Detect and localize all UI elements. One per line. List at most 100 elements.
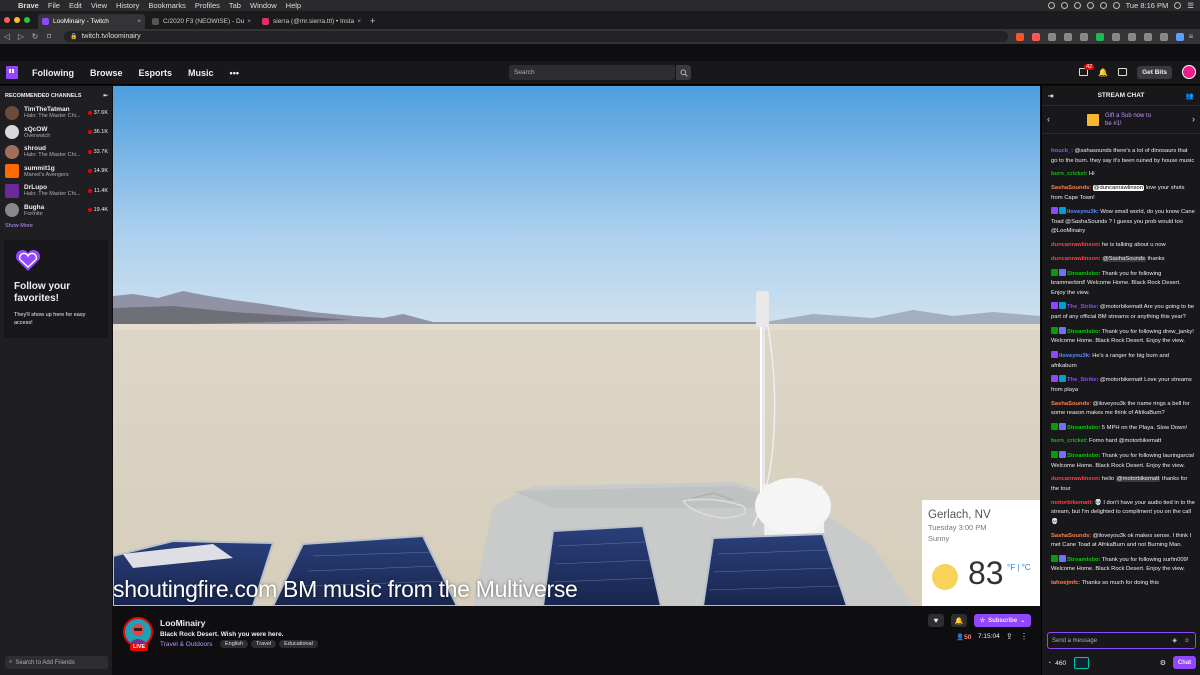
chat-badge-icon[interactable] <box>1051 326 1058 334</box>
tag-english[interactable]: English <box>220 640 249 648</box>
chat-username[interactable]: duncanrawlinson <box>1051 256 1099 262</box>
search-input[interactable]: Search <box>509 65 675 80</box>
menu-view[interactable]: View <box>91 1 107 10</box>
control-center-icon[interactable]: ☰ <box>1187 1 1194 10</box>
chat-badge-icon[interactable] <box>1059 375 1066 383</box>
menu-bookmarks[interactable]: Bookmarks <box>148 1 186 10</box>
get-bits-button[interactable]: Get Bits <box>1137 65 1172 79</box>
chat-username[interactable]: tahoejmfc <box>1051 580 1078 586</box>
chat-username[interactable]: SashaSounds <box>1051 533 1089 539</box>
menu-edit[interactable]: Edit <box>69 1 82 10</box>
chat-badge-icon[interactable] <box>1059 554 1066 562</box>
spotlight-icon[interactable] <box>1174 2 1182 9</box>
sidebar-channel-timthetatman[interactable]: TimTheTatman Halo: The Master Chi... 37.6… <box>0 103 112 123</box>
chat-mention[interactable]: @duncanrawlinson <box>1092 184 1144 191</box>
status-icon[interactable] <box>1047 2 1055 9</box>
back-icon[interactable]: ◁ <box>0 32 14 41</box>
chat-username[interactable]: motorbikematt <box>1051 500 1091 506</box>
chat-badge-icon[interactable] <box>1051 554 1058 562</box>
search-button[interactable] <box>676 65 691 80</box>
minimize-window-button[interactable] <box>14 17 20 23</box>
chat-username[interactable]: SashaSounds <box>1051 401 1089 407</box>
inbox-icon[interactable]: 42 <box>1079 64 1095 76</box>
emote-picker-icon[interactable]: ☺ <box>1184 638 1190 644</box>
tag-educational[interactable]: Educational <box>279 640 318 648</box>
extension-icon[interactable] <box>1048 32 1056 41</box>
browser-tab-neowise[interactable]: C/2020 F3 (NEOWISE) - Duncan × <box>148 14 255 29</box>
chat-settings-icon[interactable]: ⚙ <box>1160 659 1166 667</box>
nav-more-icon[interactable]: ••• <box>230 68 239 78</box>
chat-username[interactable]: StreamIsbo <box>1067 425 1099 431</box>
chat-badge-icon[interactable] <box>1059 451 1066 459</box>
chat-badge-icon[interactable] <box>1051 451 1058 459</box>
browser-tab-instagram[interactable]: sierra (@mr.sierra.ttl) • Instagra × <box>258 14 365 29</box>
notifications-bell-icon[interactable]: 🔔 <box>1098 68 1108 77</box>
status-icon[interactable] <box>1060 2 1068 9</box>
chat-username[interactable]: iloveyou3k <box>1067 209 1097 215</box>
battery-icon[interactable] <box>1112 2 1120 9</box>
chat-mention[interactable]: @SashaSounds <box>1101 255 1146 262</box>
sidebar-channel-drlupo[interactable]: DrLupo Halo: The Master Chi... 11.4K <box>0 181 112 201</box>
channel-points-count[interactable]: 460 <box>1055 660 1066 667</box>
collapse-sidebar-icon[interactable]: ⇤ <box>103 93 108 99</box>
sidebar-channel-summit1g[interactable]: summit1g Marvel's Avengers 14.9K <box>0 162 112 182</box>
chevron-right-icon[interactable]: › <box>1192 114 1195 124</box>
chat-username[interactable]: The_Strike <box>1067 304 1097 310</box>
close-window-button[interactable] <box>4 17 10 23</box>
extension-icon[interactable] <box>1064 32 1072 41</box>
chat-username[interactable]: iloveyou3k <box>1059 353 1089 359</box>
menubar-clock[interactable]: Tue 8:16 PM <box>1126 1 1169 10</box>
whispers-icon[interactable] <box>1118 68 1128 76</box>
follow-heart-button[interactable]: ♥ <box>928 614 944 627</box>
reload-icon[interactable]: ↻ <box>28 32 42 41</box>
search-friends-input[interactable]: ⌕ Search to Add Friends <box>5 656 108 669</box>
sidebar-channel-xqcow[interactable]: xQcOW Overwatch 36.1K <box>0 123 112 143</box>
close-tab-icon[interactable]: × <box>357 18 361 25</box>
stream-category-link[interactable]: Travel & Outdoors <box>160 641 213 648</box>
chat-badge-icon[interactable] <box>1051 350 1058 358</box>
extensions-puzzle-icon[interactable] <box>1160 32 1168 41</box>
chat-username[interactable]: StreamIsbo <box>1067 329 1099 335</box>
gift-sub-banner[interactable]: ‹ Gift a Sub now to be #1! › <box>1042 106 1200 134</box>
extension-icon[interactable] <box>1128 32 1136 41</box>
chat-messages-list[interactable]: houck_: @sahasounds there's a lot of din… <box>1042 147 1200 623</box>
chat-badge-icon[interactable] <box>1059 422 1066 430</box>
more-options-icon[interactable]: ⋮ <box>1020 632 1028 641</box>
extension-icon[interactable] <box>1144 32 1152 41</box>
extension-icon[interactable] <box>1080 32 1088 41</box>
status-icon[interactable] <box>1086 2 1094 9</box>
menu-tab[interactable]: Tab <box>229 1 241 10</box>
chevron-left-icon[interactable]: ‹ <box>1047 114 1050 124</box>
subscribe-button[interactable]: ☆ Subscribe ⌄ <box>974 614 1031 627</box>
browser-tab-twitch[interactable]: LooMinairy - Twitch × <box>38 14 145 29</box>
chat-badge-icon[interactable] <box>1051 375 1058 383</box>
chat-username[interactable]: duncanrawlinson <box>1051 242 1099 248</box>
status-icon[interactable] <box>1073 2 1081 9</box>
video-player[interactable]: shoutingfire.com BM music from the Multi… <box>113 86 1040 606</box>
chat-badge-icon[interactable] <box>1051 268 1058 276</box>
share-icon[interactable]: ⇪ <box>1006 632 1013 641</box>
user-avatar[interactable] <box>1182 65 1196 79</box>
nav-following[interactable]: Following <box>32 68 74 78</box>
chat-username[interactable]: The_Strike <box>1067 377 1097 383</box>
chat-username[interactable]: StreamIsbo <box>1067 453 1099 459</box>
chat-badge-icon[interactable] <box>1051 302 1058 310</box>
bookmark-icon[interactable]: ⌑ <box>42 32 56 41</box>
extension-icon[interactable] <box>1112 32 1120 41</box>
bits-icon[interactable]: ◈ <box>1172 637 1177 644</box>
chat-badge-icon[interactable] <box>1059 268 1066 276</box>
notifications-button[interactable]: 🔔 <box>951 614 967 627</box>
chat-badge-icon[interactable] <box>1059 302 1066 310</box>
zoom-window-button[interactable] <box>24 17 30 23</box>
forward-icon[interactable]: ▷ <box>14 32 28 41</box>
menu-history[interactable]: History <box>116 1 139 10</box>
close-tab-icon[interactable]: × <box>247 18 251 25</box>
collapse-chat-icon[interactable]: ⇥ <box>1048 92 1053 100</box>
chat-badge-icon[interactable] <box>1059 326 1066 334</box>
chat-username[interactable]: burn_cricket <box>1051 438 1086 444</box>
streamer-name[interactable]: LooMinairy <box>160 618 205 628</box>
tag-travel[interactable]: Travel <box>251 640 277 648</box>
channel-points-icon[interactable]: ◔ <box>1047 660 1051 667</box>
new-tab-button[interactable]: + <box>370 16 375 26</box>
menu-profiles[interactable]: Profiles <box>195 1 220 10</box>
